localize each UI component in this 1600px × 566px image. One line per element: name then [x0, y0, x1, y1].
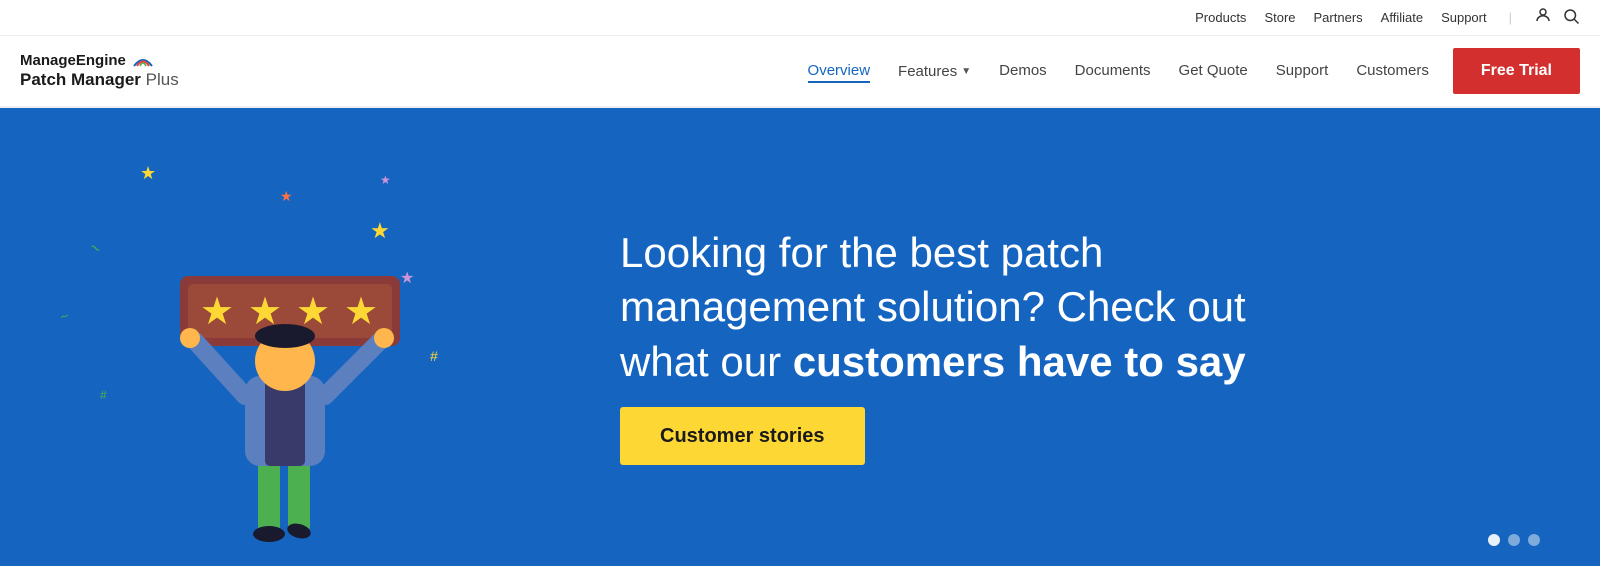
main-navigation: ManageEngine Patch Manager Plus Overview…	[0, 36, 1600, 108]
svg-text:★: ★	[200, 291, 234, 333]
carousel-dot-3[interactable]	[1528, 534, 1540, 546]
top-bar-icons	[1534, 6, 1580, 29]
hero-headline-bold: customers have to say	[793, 338, 1246, 385]
carousel-dot-2[interactable]	[1508, 534, 1520, 546]
deco-star-1: ★	[140, 163, 156, 184]
nav-overview-link[interactable]: Overview	[808, 62, 871, 83]
svg-text:★: ★	[344, 291, 378, 333]
deco-star-4: ★	[380, 173, 391, 187]
deco-star-3: ★	[370, 218, 390, 244]
hero-illustration: ★ ★ ★ ★ ~ ~ ★ # # ★ ★ ★ ★	[0, 108, 560, 566]
nav-support-link[interactable]: Support	[1276, 62, 1329, 79]
nav-item-getquote[interactable]: Get Quote	[1179, 62, 1248, 80]
user-icon[interactable]	[1534, 6, 1552, 29]
partners-link[interactable]: Partners	[1314, 10, 1363, 25]
support-link[interactable]: Support	[1441, 10, 1487, 25]
store-link[interactable]: Store	[1264, 10, 1295, 25]
features-caret: ▼	[961, 66, 971, 77]
logo-top-line: ManageEngine	[20, 52, 179, 70]
nav-item-demos[interactable]: Demos	[999, 62, 1047, 80]
nav-item-customers[interactable]: Customers	[1356, 62, 1429, 80]
deco-hash-2: #	[100, 388, 107, 402]
search-icon[interactable]	[1562, 7, 1580, 28]
top-bar: Products Store Partners Affiliate Suppor…	[0, 0, 1600, 36]
nav-item-features[interactable]: Features ▼	[898, 63, 971, 80]
deco-star-5: ★	[400, 268, 414, 288]
products-link[interactable]: Products	[1195, 10, 1246, 25]
deco-star-2: ★	[280, 188, 293, 205]
deco-hash: #	[430, 348, 438, 364]
nav-features-link[interactable]: Features ▼	[898, 63, 971, 80]
hero-section: ★ ★ ★ ★ ~ ~ ★ # # ★ ★ ★ ★	[0, 108, 1600, 566]
nav-item-documents[interactable]: Documents	[1075, 62, 1151, 80]
nav-customers-link[interactable]: Customers	[1356, 62, 1429, 79]
logo-bottom-line: Patch Manager Plus	[20, 70, 179, 90]
carousel-dot-1[interactable]	[1488, 534, 1500, 546]
nav-getquote-link[interactable]: Get Quote	[1179, 62, 1248, 79]
nav-item-overview[interactable]: Overview	[808, 62, 871, 80]
divider: |	[1509, 10, 1512, 25]
free-trial-button[interactable]: Free Trial	[1453, 48, 1580, 94]
nav-item-support[interactable]: Support	[1276, 62, 1329, 80]
person-illustration: ★ ★ ★ ★	[40, 146, 520, 566]
nav-documents-link[interactable]: Documents	[1075, 62, 1151, 79]
nav-links: Overview Features ▼ Demos Documents Get …	[808, 62, 1429, 80]
hero-headline: Looking for the best patch management so…	[620, 226, 1520, 390]
carousel-dots	[1488, 534, 1540, 546]
logo[interactable]: ManageEngine Patch Manager Plus	[20, 52, 179, 90]
customer-stories-button[interactable]: Customer stories	[620, 407, 865, 465]
hero-content: Looking for the best patch management so…	[560, 226, 1600, 449]
nav-demos-link[interactable]: Demos	[999, 62, 1047, 79]
affiliate-link[interactable]: Affiliate	[1381, 10, 1423, 25]
